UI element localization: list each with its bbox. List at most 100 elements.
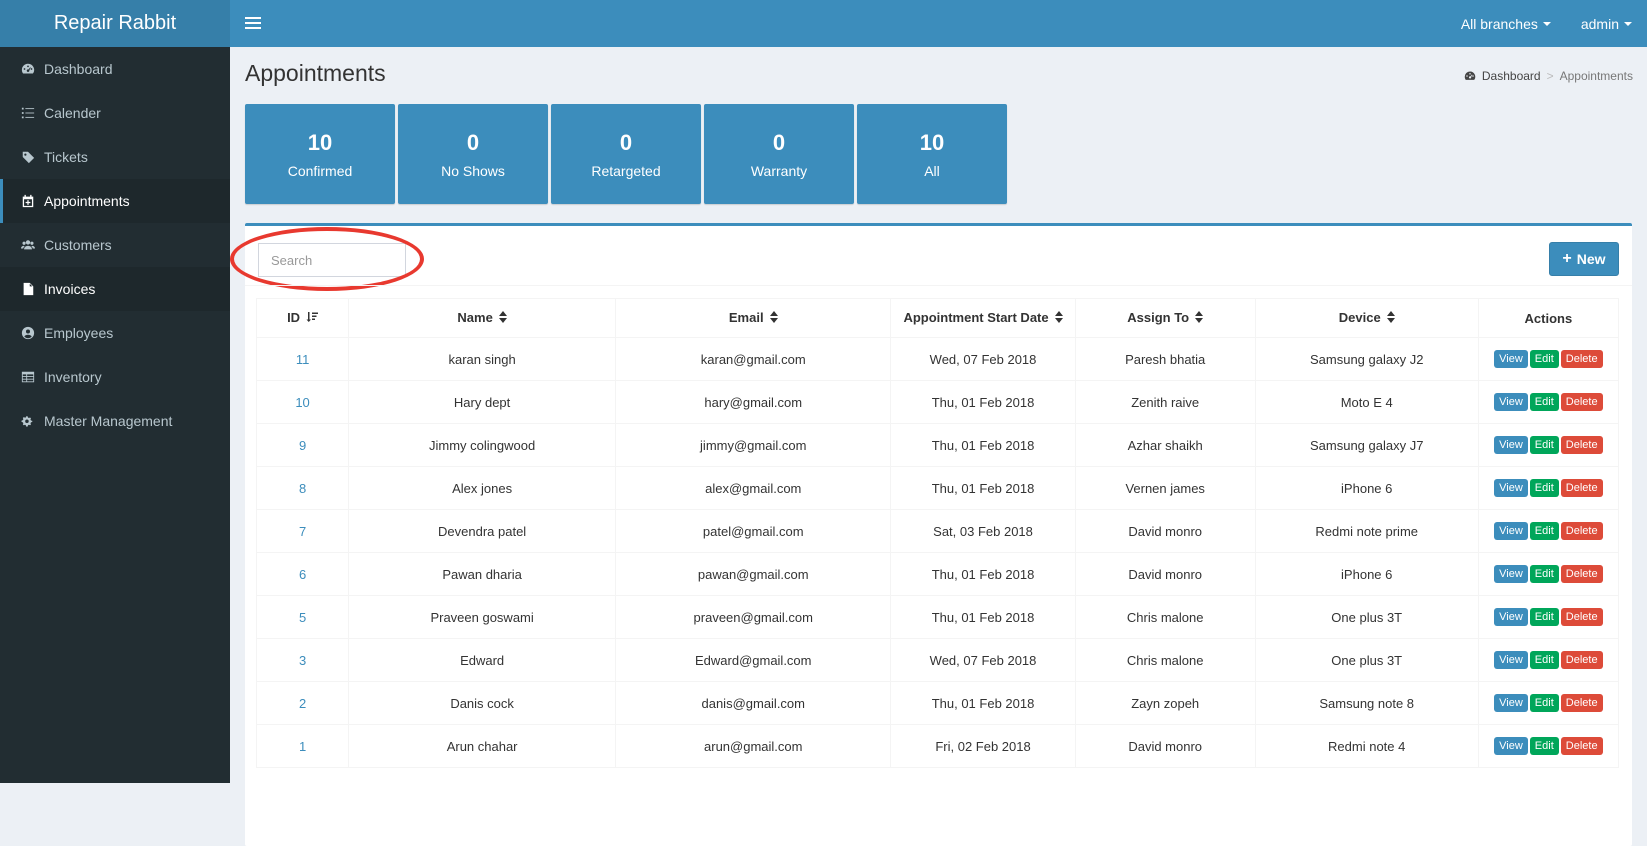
table-header-row: ID Name Email Appointment Start Date Ass… [255, 298, 1620, 338]
sidebar-item-employees[interactable]: Employees [0, 311, 230, 355]
sidebar-item-master-management[interactable]: Master Management [0, 399, 230, 443]
sidebar-item-tickets[interactable]: Tickets [0, 135, 230, 179]
sort-desc-icon [306, 311, 319, 326]
delete-button[interactable]: Delete [1560, 436, 1603, 454]
stat-label: Confirmed [287, 163, 353, 179]
gears-icon [20, 414, 36, 428]
column-header-device[interactable]: Device [1254, 298, 1479, 338]
view-button[interactable]: View [1494, 608, 1528, 626]
edit-button[interactable]: Edit [1529, 479, 1559, 497]
user-menu[interactable]: admin [1566, 16, 1647, 32]
row-actions: View Edit Delete [1477, 681, 1620, 725]
appointment-id-link[interactable]: 9 [255, 423, 350, 467]
appointment-id-link[interactable]: 6 [255, 552, 350, 596]
dashboard-icon [20, 62, 36, 76]
delete-button[interactable]: Delete [1560, 522, 1603, 540]
stat-warranty[interactable]: 0 Warranty [704, 104, 854, 204]
edit-button[interactable]: Edit [1529, 393, 1559, 411]
column-label: Device [1338, 309, 1381, 325]
customer-name: Arun chahar [348, 724, 617, 768]
table-row: 9 Jimmy colingwood jimmy@gmail.com Thu, 01 … [255, 423, 1620, 467]
delete-button[interactable]: Delete [1560, 350, 1603, 368]
view-button[interactable]: View [1494, 737, 1528, 755]
new-button-label: New [1576, 251, 1606, 267]
stat-all[interactable]: 10 All [857, 104, 1007, 204]
assigned-to: Paresh bhatia [1074, 337, 1256, 381]
sidebar-item-appointments[interactable]: Appointments [0, 179, 230, 223]
app-logo[interactable]: Repair Rabbit [0, 0, 230, 47]
appointment-id-link[interactable]: 8 [255, 466, 350, 510]
table-row: 2 Danis cock danis@gmail.com Thu, 01 Feb 20… [255, 681, 1620, 725]
breadcrumb-home[interactable]: Dashboard [1482, 69, 1541, 83]
appointment-date: Sat, 03 Feb 2018 [890, 509, 1076, 553]
view-button[interactable]: View [1494, 479, 1528, 497]
column-header-id[interactable]: ID [255, 298, 350, 338]
appointment-id-link[interactable]: 1 [255, 724, 350, 768]
row-actions: View Edit Delete [1477, 380, 1620, 424]
stat-label: No Shows [441, 163, 505, 179]
table-icon [20, 370, 36, 384]
stat-retargeted[interactable]: 0 Retargeted [551, 104, 701, 204]
sidebar-item-calender[interactable]: Calender [0, 91, 230, 135]
new-appointment-button[interactable]: + New [1549, 242, 1619, 276]
device-name: Samsung note 8 [1254, 681, 1479, 725]
assigned-to: Chris malone [1074, 638, 1256, 682]
view-button[interactable]: View [1494, 522, 1528, 540]
view-button[interactable]: View [1494, 393, 1528, 411]
view-button[interactable]: View [1494, 565, 1528, 583]
delete-button[interactable]: Delete [1560, 651, 1603, 669]
view-button[interactable]: View [1494, 436, 1528, 454]
sidebar-item-label: Dashboard [44, 61, 113, 77]
column-label: Appointment Start Date [903, 309, 1049, 325]
appointment-id-link[interactable]: 3 [255, 638, 350, 682]
edit-button[interactable]: Edit [1529, 436, 1559, 454]
view-button[interactable]: View [1494, 350, 1528, 368]
search-input[interactable] [258, 243, 406, 277]
edit-button[interactable]: Edit [1529, 565, 1559, 583]
edit-button[interactable]: Edit [1529, 737, 1559, 755]
appointment-id-link[interactable]: 5 [255, 595, 350, 639]
row-actions: View Edit Delete [1477, 466, 1620, 510]
delete-button[interactable]: Delete [1560, 694, 1603, 712]
appointment-date: Thu, 01 Feb 2018 [890, 466, 1076, 510]
view-button[interactable]: View [1494, 651, 1528, 669]
edit-button[interactable]: Edit [1529, 694, 1559, 712]
assigned-to: Azhar shaikh [1074, 423, 1256, 467]
stat-label: Retargeted [591, 163, 661, 179]
delete-button[interactable]: Delete [1560, 608, 1603, 626]
column-header-assign-to[interactable]: Assign To [1074, 298, 1256, 338]
branches-label: All branches [1460, 15, 1538, 32]
delete-button[interactable]: Delete [1560, 737, 1603, 755]
sidebar-item-label: Calender [44, 105, 101, 121]
assigned-to: Zayn zopeh [1074, 681, 1256, 725]
stat-confirmed[interactable]: 10 Confirmed [245, 104, 395, 204]
appointment-id-link[interactable]: 2 [255, 681, 350, 725]
delete-button[interactable]: Delete [1560, 393, 1603, 411]
customer-email: alex@gmail.com [615, 466, 892, 510]
edit-button[interactable]: Edit [1529, 350, 1559, 368]
sidebar-item-inventory[interactable]: Inventory [0, 355, 230, 399]
column-header-email[interactable]: Email [615, 298, 892, 338]
appointment-id-link[interactable]: 7 [255, 509, 350, 553]
column-header-name[interactable]: Name [348, 298, 617, 338]
branches-dropdown[interactable]: All branches [1446, 16, 1566, 32]
stat-no-shows[interactable]: 0 No Shows [398, 104, 548, 204]
device-name: Redmi note 4 [1254, 724, 1479, 768]
view-button[interactable]: View [1494, 694, 1528, 712]
delete-button[interactable]: Delete [1560, 565, 1603, 583]
hamburger-menu-icon[interactable] [245, 14, 261, 32]
edit-button[interactable]: Edit [1529, 522, 1559, 540]
table-row: 8 Alex jones alex@gmail.com Thu, 01 Feb 201… [255, 466, 1620, 510]
delete-button[interactable]: Delete [1560, 479, 1603, 497]
edit-button[interactable]: Edit [1529, 651, 1559, 669]
column-header-start-date[interactable]: Appointment Start Date [890, 298, 1076, 338]
edit-button[interactable]: Edit [1529, 608, 1559, 626]
customer-email: danis@gmail.com [615, 681, 892, 725]
appointment-id-link[interactable]: 11 [255, 337, 350, 381]
appointment-id-link[interactable]: 10 [255, 380, 350, 424]
sidebar-item-dashboard[interactable]: Dashboard [0, 47, 230, 91]
content-wrapper: Appointments Dashboard > Appointments 10… [230, 47, 1647, 846]
sidebar-item-customers[interactable]: Customers [0, 223, 230, 267]
header-right: All branches admin [1446, 0, 1647, 47]
sidebar-item-invoices[interactable]: Invoices [0, 267, 230, 311]
